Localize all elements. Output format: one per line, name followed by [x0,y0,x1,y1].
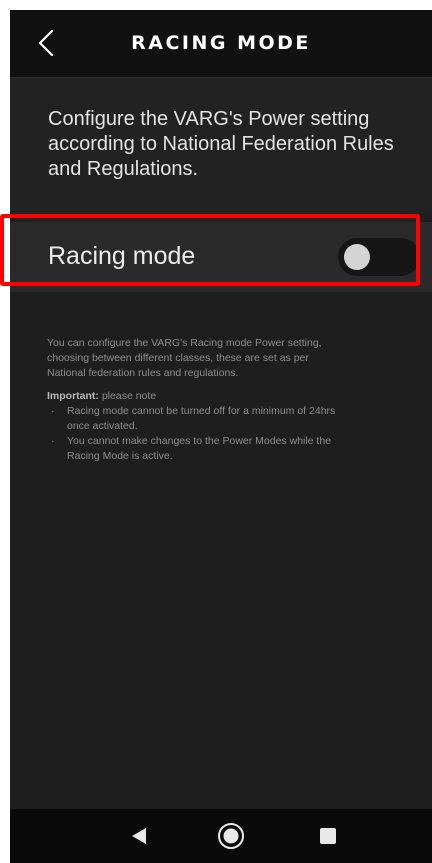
page-title: RACING MODE [131,32,311,54]
toggle-knob [344,244,370,270]
nav-home-button[interactable] [201,809,261,863]
bullet-text: You cannot make changes to the Power Mod… [67,435,332,462]
triangle-back-icon [132,828,146,844]
intro-text: Configure the VARG's Power setting accor… [48,108,394,180]
nav-back-button[interactable] [109,809,169,863]
bullet-dot: · [51,405,55,417]
square-recents-icon [320,828,336,844]
info-section: You can configure the VARG's Racing mode… [47,336,347,464]
important-note: Important: please note [47,389,347,404]
racing-mode-row[interactable]: Racing mode [10,222,432,292]
racing-mode-toggle[interactable] [338,238,420,276]
important-text: please note [98,390,157,402]
intro-section: Configure the VARG's Power setting accor… [10,78,432,214]
racing-mode-label: Racing mode [48,242,196,270]
app-screen: RACING MODE Configure the VARG's Power s… [10,10,432,863]
nav-recents-button[interactable] [298,809,358,863]
bullet-dot: · [51,435,55,447]
list-item: · You cannot make changes to the Power Mo… [47,434,347,464]
app-header: RACING MODE [10,10,432,78]
list-item: · Racing mode cannot be turned off for a … [47,404,347,434]
circle-home-icon [218,823,244,849]
system-nav-bar [10,809,432,863]
info-description: You can configure the VARG's Racing mode… [47,337,322,379]
bullet-text: Racing mode cannot be turned off for a m… [67,405,336,432]
important-label: Important: [47,390,99,402]
note-list: · Racing mode cannot be turned off for a … [47,404,347,464]
